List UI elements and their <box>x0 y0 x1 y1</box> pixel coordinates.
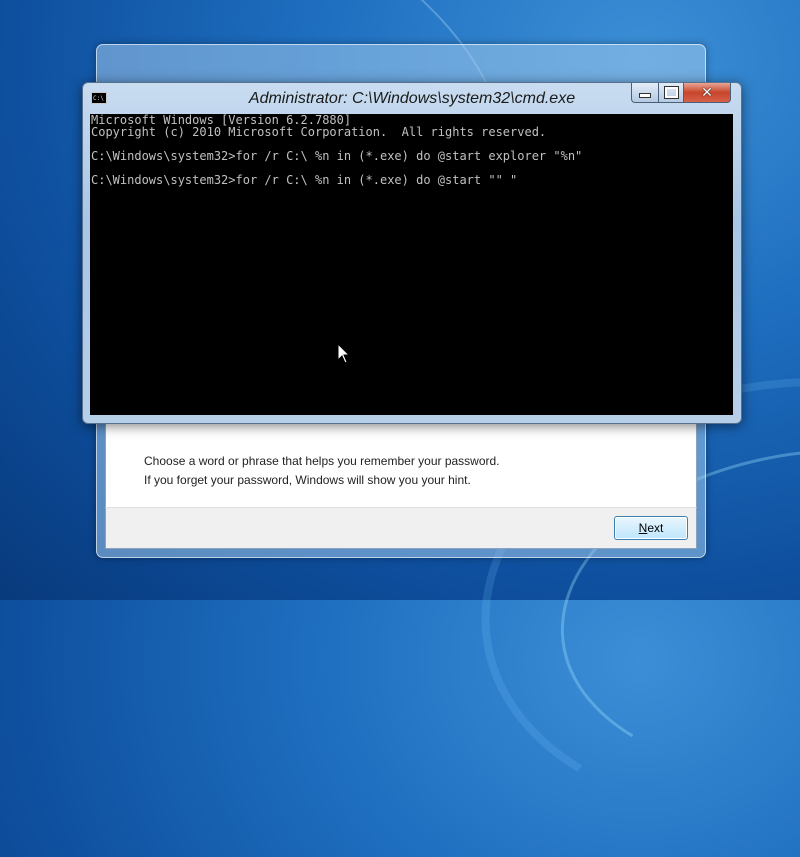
next-button-label: ext <box>647 521 664 535</box>
minimize-button[interactable] <box>631 83 659 103</box>
next-button[interactable]: Next <box>614 516 688 540</box>
minimize-icon <box>639 93 651 98</box>
console-line: Copyright (c) 2010 Microsoft Corporation… <box>91 125 547 139</box>
console-output[interactable]: Microsoft Windows [Version 6.2.7880] Cop… <box>90 114 733 415</box>
maximize-button[interactable] <box>659 83 684 103</box>
next-button-mnemonic: N <box>638 521 648 535</box>
cmd-window[interactable]: C:\ Administrator: C:\Windows\system32\c… <box>82 82 742 424</box>
password-hint-instruction: Choose a word or phrase that helps you r… <box>144 454 500 468</box>
cmd-titlebar[interactable]: C:\ Administrator: C:\Windows\system32\c… <box>83 83 741 113</box>
console-line: C:\Windows\system32>for /r C:\ %n in (*.… <box>91 149 583 163</box>
close-icon: ✕ <box>701 84 713 101</box>
mouse-pointer-icon <box>337 343 351 364</box>
caption-buttons: ✕ <box>631 83 731 103</box>
password-hint-description: If you forget your password, Windows wil… <box>144 473 471 487</box>
close-button[interactable]: ✕ <box>684 83 731 103</box>
setup-footer-bar: Next <box>105 507 697 549</box>
maximize-icon <box>663 86 679 99</box>
console-input-line: C:\Windows\system32>for /r C:\ %n in (*.… <box>91 173 518 187</box>
